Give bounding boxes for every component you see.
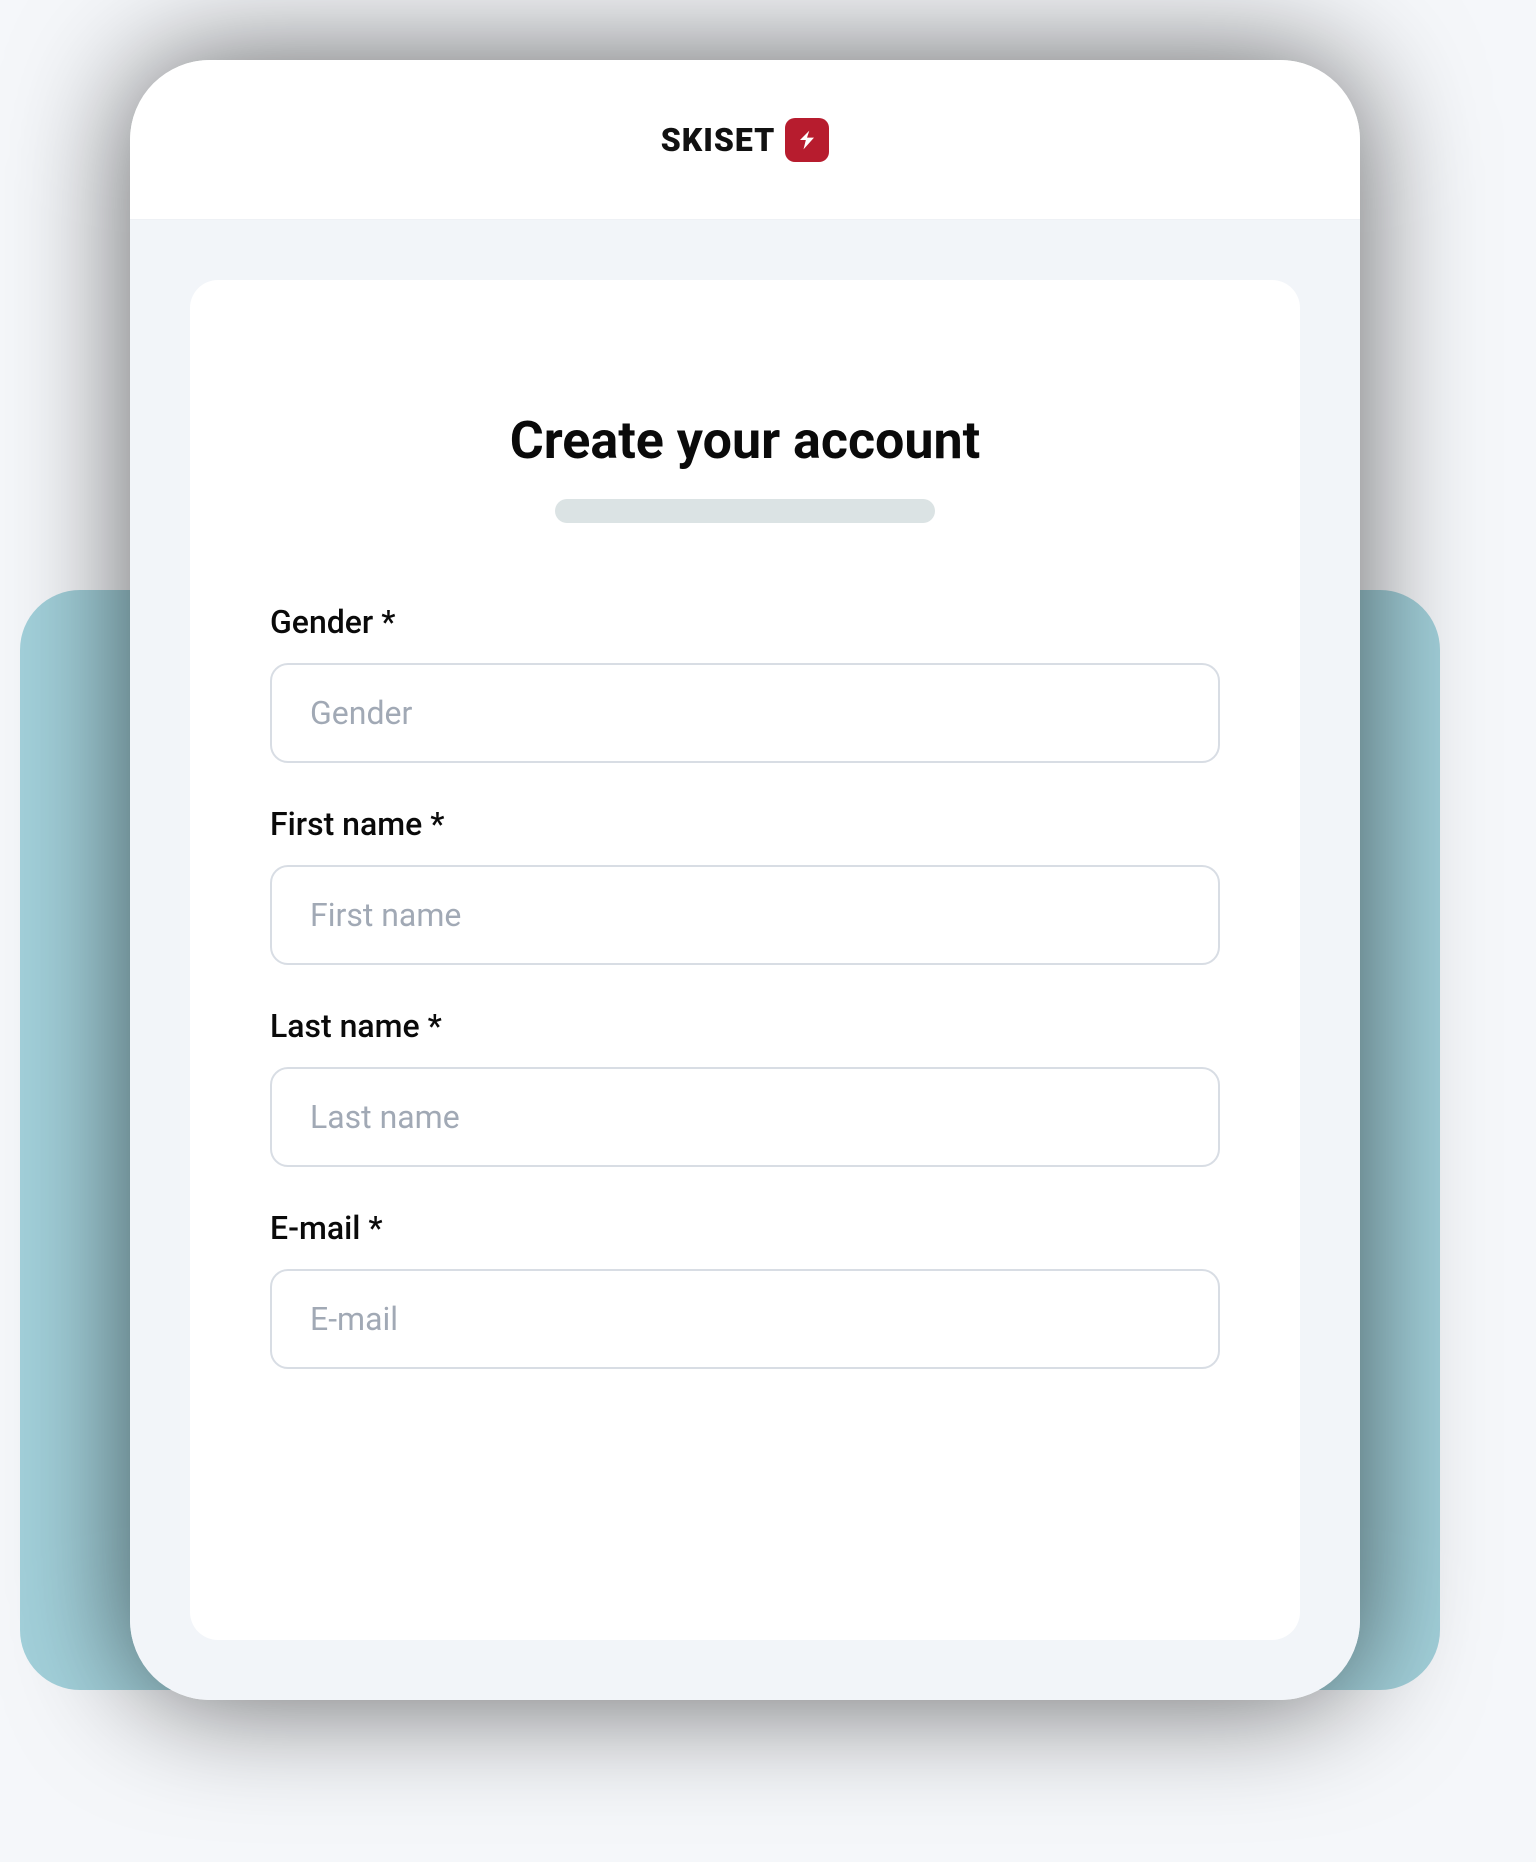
form-group-lastname: Last name *	[270, 1007, 1220, 1167]
first-name-field[interactable]	[270, 865, 1220, 965]
brand-badge-icon	[785, 118, 829, 162]
last-name-field[interactable]	[270, 1067, 1220, 1167]
page-title: Create your account	[270, 410, 1220, 471]
gender-field[interactable]	[270, 663, 1220, 763]
email-field[interactable]	[270, 1269, 1220, 1369]
email-label: E-mail *	[270, 1209, 1220, 1247]
gender-label: Gender *	[270, 603, 1220, 641]
first-name-label: First name *	[270, 805, 1220, 843]
form-group-gender: Gender *	[270, 603, 1220, 763]
form-group-email: E-mail *	[270, 1209, 1220, 1369]
brand-logo: SKISET	[661, 118, 830, 162]
brand-name: SKISET	[661, 121, 776, 159]
progress-indicator	[555, 499, 935, 523]
last-name-label: Last name *	[270, 1007, 1220, 1045]
device-frame: SKISET Create your account Gender * Firs…	[130, 60, 1360, 1700]
app-header: SKISET	[130, 60, 1360, 220]
signup-card: Create your account Gender * First name …	[190, 280, 1300, 1640]
content-area: Create your account Gender * First name …	[130, 220, 1360, 1700]
form-group-firstname: First name *	[270, 805, 1220, 965]
